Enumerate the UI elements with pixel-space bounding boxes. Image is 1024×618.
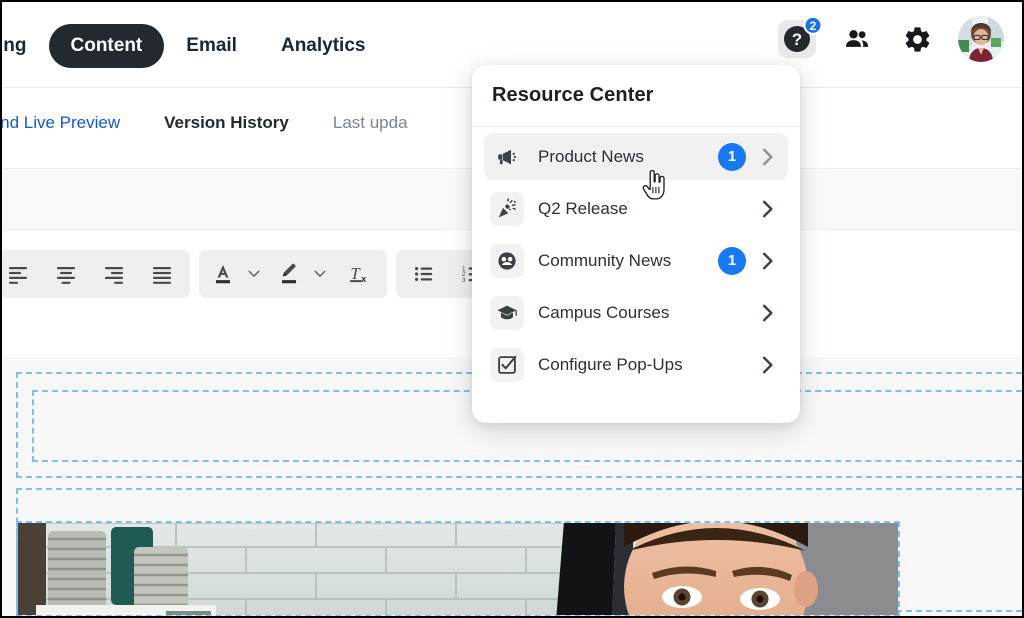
megaphone-icon [496, 146, 518, 168]
highlight-color-button[interactable] [269, 251, 309, 297]
toolbar-group-alignment [0, 250, 190, 298]
toolbar-group-text-style: T x [199, 250, 387, 298]
resource-item-label: Configure Pop-Ups [538, 355, 754, 375]
save-and-live-preview-link[interactable]: ve and Live Preview [0, 113, 120, 133]
resource-item-product-news[interactable]: Product News 1 [484, 133, 788, 180]
megaphone-icon-wrap [490, 140, 524, 174]
chevron-right-wrap [754, 303, 780, 323]
settings-button[interactable] [898, 20, 936, 58]
svg-text:3: 3 [462, 277, 466, 284]
avatar[interactable] [958, 16, 1004, 62]
checkbox-checked-icon-wrap [490, 348, 524, 382]
nav-tab-content[interactable]: Content [49, 24, 165, 68]
resource-center-panel: Resource Center Product News 1 [472, 65, 800, 423]
nav-tab-analytics[interactable]: Analytics [259, 24, 387, 68]
svg-text:x: x [361, 274, 366, 284]
chevron-down-icon [247, 267, 261, 281]
chevron-right-wrap [754, 355, 780, 375]
people-icon [843, 25, 871, 53]
app-window: ing Content Email Analytics ? 2 [0, 0, 1024, 618]
kitchen-photo [16, 521, 900, 617]
resource-center-title: Resource Center [492, 84, 654, 107]
clear-formatting-button[interactable]: T x [335, 251, 383, 297]
party-popper-icon-wrap [490, 192, 524, 226]
chevron-right-icon [757, 147, 777, 167]
highlight-color-dropdown-toggle[interactable] [309, 251, 331, 297]
text-color-button[interactable] [203, 251, 243, 297]
chevron-right-icon [757, 251, 777, 271]
nav-tab-email[interactable]: Email [164, 24, 259, 68]
version-history-link[interactable]: Version History [164, 113, 289, 133]
party-popper-icon [496, 198, 518, 220]
graduation-cap-icon [496, 302, 518, 324]
avatar-photo [958, 16, 1004, 62]
resource-item-q2-release[interactable]: Q2 Release [484, 185, 788, 232]
image-module[interactable] [16, 521, 900, 617]
nav-tab-truncated[interactable]: ing [0, 24, 49, 68]
chevron-right-icon [757, 303, 777, 323]
people-button[interactable] [838, 20, 876, 58]
chevron-right-wrap [754, 147, 780, 167]
resource-item-label: Q2 Release [538, 199, 754, 219]
chevron-down-icon [313, 267, 327, 281]
secondary-nav-items: ve and Live Preview Version History Last… [0, 113, 408, 133]
resource-item-community-news[interactable]: Community News 1 [484, 237, 788, 284]
help-notification-badge: 2 [803, 16, 822, 35]
align-right-button[interactable] [90, 251, 138, 297]
resource-item-label: Community News [538, 251, 718, 271]
resource-item-badge: 1 [718, 247, 746, 275]
last-updated-label: Last upda [333, 113, 408, 133]
align-justify-button[interactable] [138, 251, 186, 297]
bulleted-list-icon [412, 262, 436, 286]
align-center-button[interactable] [42, 251, 90, 297]
graduation-cap-icon-wrap [490, 296, 524, 330]
primary-tab-list: ing Content Email Analytics [0, 24, 387, 68]
align-right-icon [102, 262, 126, 286]
highlight-icon [276, 261, 302, 287]
community-faces-icon [496, 250, 518, 272]
resource-item-campus-courses[interactable]: Campus Courses [484, 289, 788, 336]
align-center-icon [54, 262, 78, 286]
community-faces-icon-wrap [490, 244, 524, 278]
align-left-icon [6, 262, 30, 286]
checkbox-checked-icon [496, 354, 518, 376]
chevron-right-wrap [754, 199, 780, 219]
resource-item-configure-popups[interactable]: Configure Pop-Ups [484, 341, 788, 388]
chevron-right-wrap [754, 251, 780, 271]
align-justify-icon [150, 262, 174, 286]
gear-icon [903, 25, 932, 54]
svg-text:T: T [350, 264, 361, 283]
chevron-right-icon [757, 355, 777, 375]
text-color-icon [210, 261, 236, 287]
resource-item-label: Product News [538, 147, 718, 167]
chevron-right-icon [757, 199, 777, 219]
resource-center-header: Resource Center [472, 65, 800, 127]
help-button[interactable]: ? 2 [778, 20, 816, 58]
resource-center-list: Product News 1 [472, 127, 800, 405]
clear-formatting-icon: T x [346, 261, 372, 287]
resource-item-label: Campus Courses [538, 303, 754, 323]
resource-item-badge: 1 [718, 143, 746, 171]
text-color-dropdown-toggle[interactable] [243, 251, 265, 297]
align-left-button[interactable] [0, 251, 42, 297]
top-nav-actions: ? 2 [778, 16, 1004, 62]
bulleted-list-button[interactable] [400, 251, 448, 297]
